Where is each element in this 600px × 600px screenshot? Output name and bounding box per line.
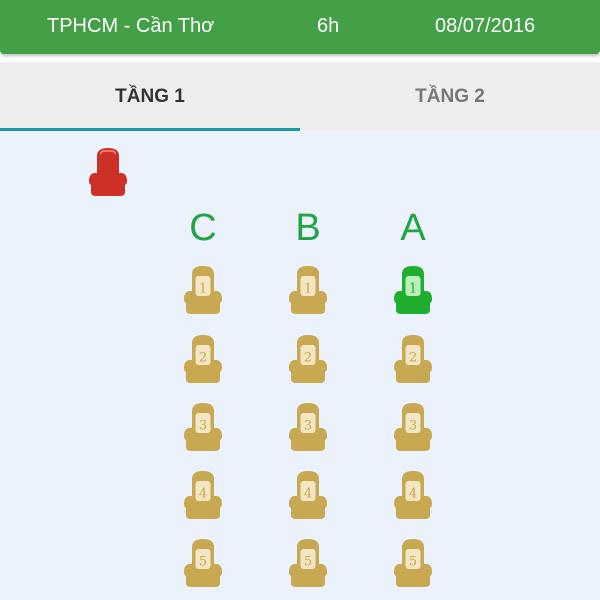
seat-icon: 5 (289, 539, 327, 587)
column-label-b: B (295, 207, 321, 249)
seat-b2[interactable]: 2 (283, 331, 333, 387)
seat-icon: 1 (394, 266, 432, 314)
seat-b3[interactable]: 3 (283, 399, 333, 455)
seat-c2[interactable]: 2 (178, 331, 228, 387)
seat-c5[interactable]: 5 (178, 535, 228, 591)
seat-icon: 2 (394, 335, 432, 383)
seat-number: 2 (409, 351, 417, 366)
seat-b1[interactable]: 1 (283, 262, 333, 318)
seat-b5[interactable]: 5 (283, 535, 333, 591)
seat-a5[interactable]: 5 (388, 535, 438, 591)
driver-seat (83, 144, 133, 200)
seat-a1[interactable]: 1 (388, 262, 438, 318)
seat-number: 5 (199, 555, 207, 570)
tab-deck-1[interactable]: TẦNG 1 (0, 62, 300, 131)
route-title: TPHCM - Cần Thơ (47, 15, 215, 37)
tab-deck-1-label: TẦNG 1 (115, 85, 185, 107)
seat-c4[interactable]: 4 (178, 467, 228, 523)
seat-icon: 5 (184, 539, 222, 587)
seat-icon (89, 148, 127, 196)
seat-number: 3 (304, 419, 312, 434)
column-label-a: A (400, 207, 426, 249)
seat-number: 5 (304, 555, 312, 570)
seat-a4[interactable]: 4 (388, 467, 438, 523)
seat-icon: 1 (184, 266, 222, 314)
seat-number: 5 (409, 555, 417, 570)
seat-number: 2 (199, 351, 207, 366)
deck-tabs: TẦNG 1 TẦNG 2 (0, 62, 600, 131)
seat-number: 1 (409, 282, 417, 297)
tab-deck-2[interactable]: TẦNG 2 (300, 62, 600, 131)
seat-number: 4 (304, 487, 312, 502)
seat-icon: 4 (289, 471, 327, 519)
trip-date: 08/07/2016 (435, 15, 536, 37)
seat-number: 1 (304, 282, 312, 297)
seat-c3[interactable]: 3 (178, 399, 228, 455)
seat-number: 1 (199, 282, 207, 297)
seat-number: 4 (409, 487, 417, 502)
seat-icon: 3 (394, 403, 432, 451)
seat-number: 3 (199, 419, 207, 434)
seat-icon: 2 (184, 335, 222, 383)
trip-duration: 6h (317, 15, 340, 37)
column-label-c: C (189, 207, 217, 249)
seat-icon: 4 (394, 471, 432, 519)
seat-number: 4 (199, 487, 207, 502)
seat-c1[interactable]: 1 (178, 262, 228, 318)
seat-icon: 5 (394, 539, 432, 587)
seat-a3[interactable]: 3 (388, 399, 438, 455)
seat-icon: 4 (184, 471, 222, 519)
seat-icon: 2 (289, 335, 327, 383)
seat-icon: 1 (289, 266, 327, 314)
seat-icon: 3 (184, 403, 222, 451)
seat-number: 3 (409, 419, 417, 434)
seat-icon: 3 (289, 403, 327, 451)
seat-number: 2 (304, 351, 312, 366)
app-header: TPHCM - Cần Thơ 6h 08/07/2016 (0, 0, 600, 54)
tab-deck-2-label: TẦNG 2 (415, 85, 485, 107)
seat-a2[interactable]: 2 (388, 331, 438, 387)
seat-b4[interactable]: 4 (283, 467, 333, 523)
